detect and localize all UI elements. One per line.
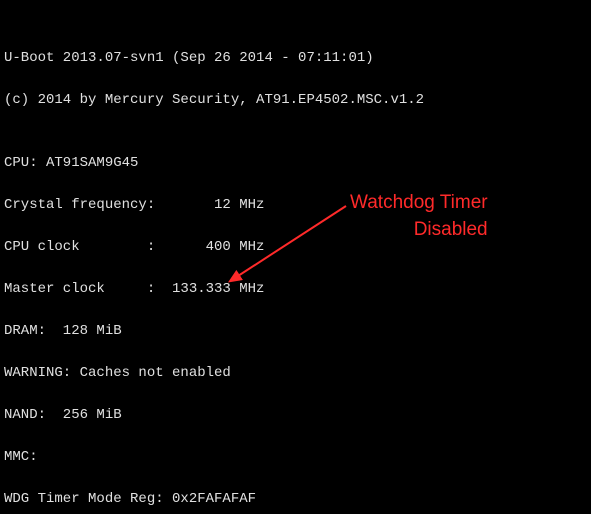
terminal-line: (c) 2014 by Mercury Security, AT91.EP450… (4, 90, 587, 111)
boot-terminal: U-Boot 2013.07-svn1 (Sep 26 2014 - 07:11… (0, 0, 591, 514)
terminal-line: U-Boot 2013.07-svn1 (Sep 26 2014 - 07:11… (4, 48, 587, 69)
terminal-line: WARNING: Caches not enabled (4, 363, 587, 384)
terminal-line: Crystal frequency: 12 MHz (4, 195, 587, 216)
terminal-line: Master clock : 133.333 MHz (4, 279, 587, 300)
terminal-line: MMC: (4, 447, 587, 468)
terminal-line: CPU clock : 400 MHz (4, 237, 587, 258)
terminal-line: NAND: 256 MiB (4, 405, 587, 426)
terminal-line: DRAM: 128 MiB (4, 321, 587, 342)
terminal-line: CPU: AT91SAM9G45 (4, 153, 587, 174)
terminal-line: WDG Timer Mode Reg: 0x2FAFAFAF (4, 489, 587, 510)
